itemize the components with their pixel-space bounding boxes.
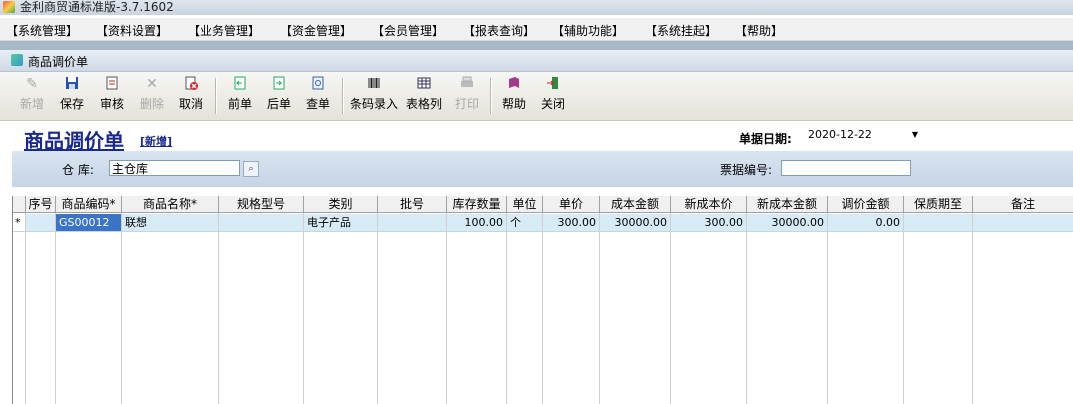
table-cell[interactable]: 100.00 [447,214,506,232]
menu-suspend[interactable]: 【系统挂起】 [645,22,717,39]
menu-members[interactable]: 【会员管理】 [372,22,444,39]
search-document-icon [310,76,326,92]
date-value: 2020-12-22 [808,128,872,141]
items-grid[interactable]: 序号 商品编码* 商品名称* 规格型号 类别 批号 库存数量 单位 单价 成本金… [12,196,1073,404]
next-document-icon [271,76,287,92]
table-cell[interactable]: 300.00 [671,214,746,232]
window-title: 金利商贸通标准版-3.7.1602 [20,0,174,14]
cancel-document-icon [183,76,199,92]
new-button[interactable]: ✎ 新增 [16,76,48,116]
column-header[interactable]: 单位 [507,196,543,213]
table-cell[interactable]: GS00012 [56,214,121,232]
date-label: 单据日期: [739,132,792,146]
exit-door-icon [545,76,561,92]
delete-x-icon: ✕ [146,76,158,92]
help-button[interactable]: 帮助 [498,76,530,116]
query-bill-button[interactable]: 查单 [302,76,334,116]
column-header[interactable]: 规格型号 [219,196,304,213]
table-grid-icon [416,76,432,92]
menu-business[interactable]: 【业务管理】 [188,22,260,39]
table-cell[interactable]: 电子产品 [304,214,377,232]
form-fields-panel: 仓 库: 主仓库 ⌕ 票据编号: [12,151,1073,187]
form-title: 商品调价单 [24,129,124,153]
column-header[interactable]: 类别 [304,196,378,213]
form-header: 商品调价单 [新增] 单据日期: 2020-12-22 ▼ [0,121,1073,153]
save-button[interactable]: 保存 [56,76,88,116]
table-cell[interactable] [26,214,55,232]
child-window-title: 商品调价单 [28,55,89,69]
menu-reports[interactable]: 【报表查询】 [463,22,535,39]
audit-button[interactable]: 审核 [96,76,128,116]
row-indicator-header [13,196,26,213]
ticket-number-input[interactable] [781,160,911,176]
menu-funds[interactable]: 【资金管理】 [280,22,352,39]
table-cell[interactable]: 0.00 [828,214,903,232]
column-header[interactable]: 新成本价 [671,196,747,213]
table-cell[interactable]: 个 [507,214,542,232]
toolbar-separator [342,78,344,114]
table-cell[interactable]: 30000.00 [600,214,670,232]
next-bill-button[interactable]: 后单 [263,76,295,116]
printer-icon [459,76,475,92]
form-mode-tag: [新增] [140,135,173,148]
column-header[interactable]: 序号 [26,196,56,213]
ticket-number-label: 票据编号: [720,163,773,177]
table-cell[interactable]: 30000.00 [747,214,827,232]
table-cell[interactable] [219,214,303,232]
table-cell[interactable]: 联想 [122,214,218,232]
warehouse-label: 仓 库: [62,163,94,177]
warehouse-input[interactable]: 主仓库 [109,160,240,176]
close-button[interactable]: 关闭 [537,76,569,116]
barcode-entry-button[interactable]: 条码录入 [348,76,400,116]
column-header[interactable]: 新成本金额 [747,196,828,213]
table-columns-button[interactable]: 表格列 [404,76,444,116]
table-cell[interactable] [973,214,1073,232]
column-header[interactable]: 库存数量 [447,196,507,213]
print-button[interactable]: 打印 [452,76,482,116]
row-indicator: * [13,214,25,232]
date-picker[interactable]: 2020-12-22 ▼ [803,127,921,143]
column-header[interactable]: 保质期至 [904,196,973,213]
column-header[interactable]: 成本金额 [600,196,671,213]
floppy-disk-icon [64,76,80,92]
previous-bill-button[interactable]: 前单 [224,76,256,116]
column-header[interactable]: 备注 [973,196,1073,213]
form-icon [11,54,23,66]
child-window-titlebar: 商品调价单 [0,50,1073,72]
column-header[interactable]: 调价金额 [828,196,904,213]
toolbar: ✎ 新增 保存 审核 ✕ 删除 取消 前单 后单 查单 条码录入 表格列 打印 [0,72,1073,121]
column-header[interactable]: 商品名称* [122,196,219,213]
menu-help[interactable]: 【帮助】 [735,22,783,39]
new-icon: ✎ [26,76,38,92]
menu-bar: 【系统管理】 【资料设置】 【业务管理】 【资金管理】 【会员管理】 【报表查询… [0,18,1073,41]
lookup-icon[interactable]: ⌕ [243,161,259,177]
help-book-icon [506,76,522,92]
dropdown-arrow-icon[interactable]: ▼ [912,127,918,143]
toolbar-separator [215,78,217,114]
table-cell[interactable] [904,214,972,232]
cancel-button[interactable]: 取消 [175,76,207,116]
menu-utilities[interactable]: 【辅助功能】 [552,22,624,39]
mdi-background [0,41,1073,50]
column-header[interactable]: 单价 [543,196,600,213]
table-cell[interactable]: 300.00 [543,214,599,232]
menu-data-settings[interactable]: 【资料设置】 [96,22,168,39]
column-header[interactable]: 商品编码* [56,196,122,213]
previous-document-icon [232,76,248,92]
menu-system[interactable]: 【系统管理】 [6,22,78,39]
table-cell[interactable] [378,214,446,232]
audit-document-icon [104,76,120,92]
barcode-icon [366,76,382,92]
delete-button[interactable]: ✕ 删除 [136,76,168,116]
column-header[interactable]: 批号 [378,196,447,213]
window-titlebar: 金利商贸通标准版-3.7.1602 [0,0,1073,15]
app-icon [3,1,15,13]
toolbar-separator [490,78,492,114]
